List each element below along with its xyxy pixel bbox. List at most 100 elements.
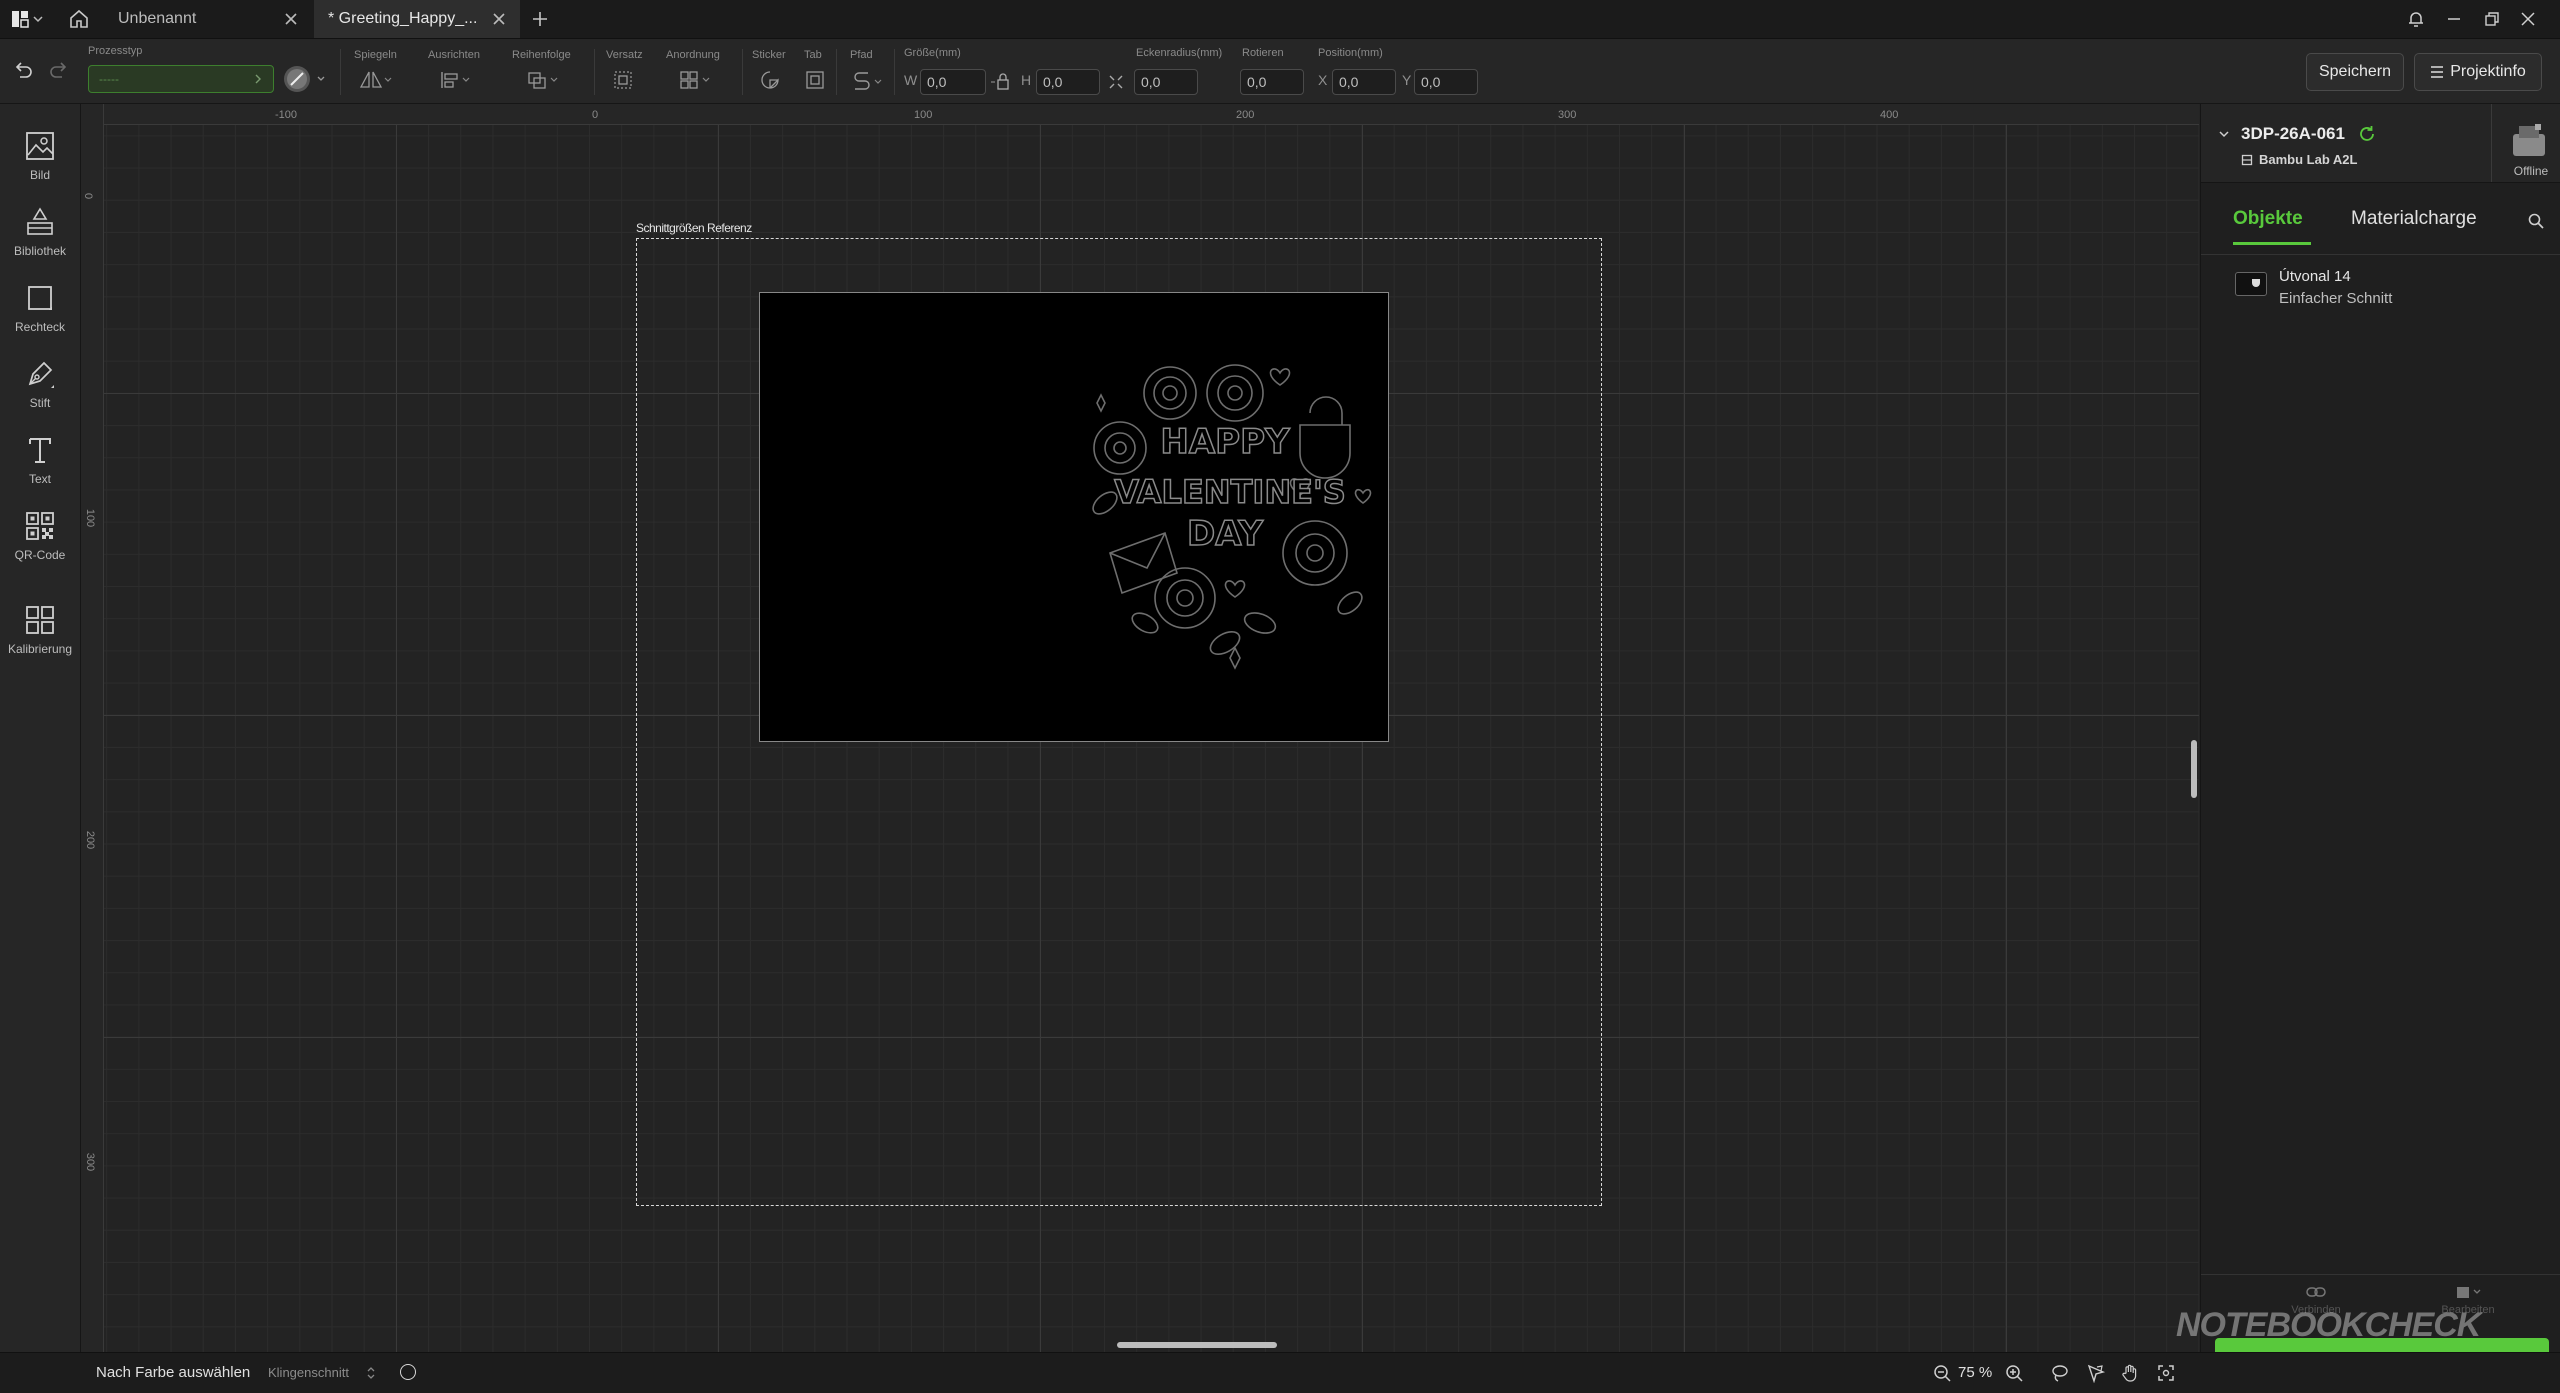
x-position-input[interactable]: 0,0 [1332,69,1396,95]
tab-label: Unbenannt [118,10,197,27]
device-name[interactable]: 3DP-26A-061 [2241,124,2345,144]
sticker-icon[interactable] [758,69,786,93]
reference-label: Schnittgrößen Referenz [636,221,752,235]
tool-stift[interactable]: Stift [0,358,80,428]
zoom-in-icon[interactable] [2004,1363,2024,1383]
tool-text[interactable]: Text [0,434,80,504]
search-icon[interactable] [2527,212,2545,230]
horizontal-scrollbar[interactable] [1117,1342,1277,1348]
hand-pan-icon[interactable] [2120,1363,2140,1383]
y-position-input[interactable]: 0,0 [1414,69,1478,95]
offset-icon[interactable] [612,69,640,93]
y-label: Y [1402,72,1412,88]
rotation-input[interactable]: 0,0 [1240,69,1304,95]
project-info-button[interactable]: Projektinfo [2414,53,2542,91]
height-input[interactable]: 0,0 [1036,69,1100,95]
ruler-tick: 200 [84,830,97,850]
tab-label: Tab [804,49,822,61]
ruler-tick: 0 [592,109,599,121]
divider [836,49,837,95]
divider [340,49,341,95]
tool-kalibrierung[interactable]: Kalibrierung [0,604,80,674]
prozesstyp-label: Prozesstyp [88,45,143,57]
undo-icon[interactable] [12,59,34,81]
ruler-tick: 300 [1558,109,1577,121]
close-icon[interactable] [282,10,300,28]
tool-label: QR-Code [14,548,66,562]
toolbar: Prozesstyp ----- Spiegeln Ausrichten Rei… [0,39,2560,104]
lasso-icon[interactable] [2050,1363,2070,1383]
chevron-right-icon [255,74,261,84]
list-icon [2431,66,2444,78]
select-by-color[interactable]: Nach Farbe auswählen [96,1364,250,1381]
window-close-icon[interactable] [2518,9,2538,29]
valentine-artwork: HAPPY VALENTINE'S DAY [1092,364,1372,670]
device-model: Bambu Lab A2L [2259,152,2358,167]
tool-label: Rechteck [14,320,66,334]
app-menu-icon[interactable] [10,9,44,29]
printer-icon[interactable] [2507,120,2551,160]
circle-icon[interactable] [400,1364,416,1380]
width-label: W [904,72,918,88]
redo-icon[interactable] [48,59,70,81]
title-bar: Unbenannt * Greeting_Happy_... [0,0,2560,39]
arrange-order-icon[interactable] [526,69,558,93]
object-name: Útvonal 14 [2279,268,2351,285]
blade-cut-mode[interactable]: Klingenschnitt [268,1365,349,1380]
ruler-tick: 100 [84,508,97,528]
blade-tool-icon [284,66,310,92]
tab-objects[interactable]: Objekte [2233,208,2303,230]
mirror-icon[interactable] [358,69,392,93]
ruler-top: -100 0 100 200 300 400 [81,104,2199,125]
canvas[interactable]: -100 0 100 200 300 400 0 100 200 300 Sch… [81,104,2199,1352]
artwork-image[interactable]: HAPPY VALENTINE'S DAY [759,292,1389,742]
status-bar: Nach Farbe auswählen Klingenschnitt 75 % [0,1352,2560,1393]
refresh-icon[interactable] [2357,124,2377,144]
tool-qr-code[interactable]: QR-Code [0,510,80,580]
tab-icon[interactable] [804,69,832,93]
divider [2491,104,2492,182]
chevron-down-icon[interactable] [2217,127,2231,141]
chevron-down-icon [317,76,325,81]
notification-icon[interactable] [2406,9,2426,29]
tab-unbenannt[interactable]: Unbenannt [104,0,312,38]
object-thumbnail [2235,272,2267,296]
align-icon[interactable] [438,69,470,93]
library-icon [27,207,53,235]
restore-icon[interactable] [2482,9,2502,29]
save-button[interactable]: Speichern [2306,53,2404,91]
sort-icon[interactable] [366,1365,376,1381]
zoom-level: 75 % [1958,1364,1993,1381]
left-toolbar: Bild Bibliothek Rechteck Stift Text QR-C… [0,104,81,1352]
tool-rechteck[interactable]: Rechteck [0,282,80,352]
corner-radius-input[interactable]: 0,0 [1134,69,1198,95]
path-icon[interactable] [852,69,882,93]
zoom-out-icon[interactable] [1932,1363,1952,1383]
close-icon[interactable] [490,10,508,28]
tool-bibliothek[interactable]: Bibliothek [0,206,80,276]
select-pointer-icon[interactable] [2086,1363,2106,1383]
link-icon [2306,1287,2326,1297]
width-input[interactable]: 0,0 [920,69,986,95]
project-info-label: Projektinfo [2450,63,2526,80]
ausrichten-label: Ausrichten [428,49,480,61]
ruler-tick: 200 [1236,109,1255,121]
artwork-line-day: DAY [1187,514,1263,554]
minimize-icon[interactable] [2444,9,2464,29]
prozesstyp-select[interactable]: ----- [88,65,274,93]
tab-material[interactable]: Materialcharge [2351,208,2477,230]
tool-selector[interactable] [282,65,334,93]
list-item[interactable]: Útvonal 14 Einfacher Schnitt [2201,262,2560,314]
arrangement-icon[interactable] [678,69,710,93]
x-label: X [1318,72,1328,88]
vertical-scrollbar[interactable] [2191,740,2197,798]
lock-ratio-icon[interactable] [990,72,1018,92]
new-tab-icon[interactable] [530,9,550,29]
prozesstyp-value: ----- [99,72,119,86]
tool-label: Text [28,472,51,486]
tab-greeting[interactable]: * Greeting_Happy_... [314,0,520,38]
tool-bild[interactable]: Bild [0,130,80,200]
fit-view-icon[interactable] [2156,1363,2176,1383]
home-icon[interactable] [68,8,90,30]
printer-model-icon [2241,154,2253,165]
